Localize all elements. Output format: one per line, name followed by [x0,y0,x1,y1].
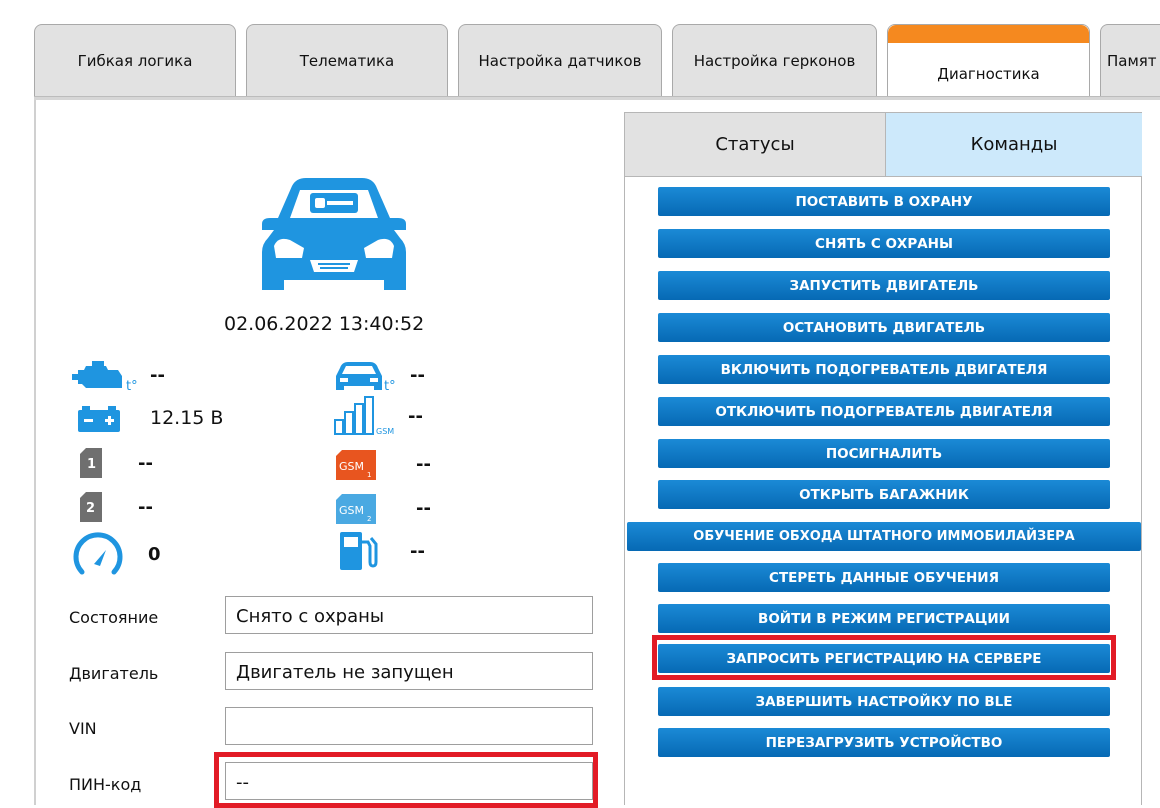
gsm1-icon: GSM 1 [336,450,376,480]
tab-commands[interactable]: Команды [886,113,1142,177]
gsm2-label: GSM [339,504,364,517]
pin-label: ПИН-код [69,775,142,794]
tab-telematics[interactable]: Телематика [246,24,448,96]
honk-button[interactable]: ПОСИГНАЛИТЬ [658,439,1110,468]
stop-engine-button[interactable]: ОСТАНОВИТЬ ДВИГАТЕЛЬ [658,313,1110,342]
tab-label: Телематика [299,51,395,70]
tab-diagnostics[interactable]: Диагностика [887,24,1090,100]
gsm-signal-indicator: GSM -- [334,396,423,436]
battery-indicator: 12.15 В [78,402,223,434]
fuel-indicator: -- [338,530,425,572]
gsm1-label: GSM [339,460,364,473]
state-label: Состояние [69,608,159,627]
reboot-device-button[interactable]: ПЕРЕЗАГРУЗИТЬ УСТРОЙСТВО [658,728,1110,757]
heater-off-button[interactable]: ОТКЛЮЧИТЬ ПОДОГРЕВАТЕЛЬ ДВИГАТЕЛЯ [658,397,1110,426]
clear-learning-button[interactable]: СТЕРЕТЬ ДАННЫЕ ОБУЧЕНИЯ [658,563,1110,592]
gsm2-indicator: GSM 2 -- [336,492,431,524]
request-registration-highlight [652,635,1116,680]
disarm-button[interactable]: СНЯТЬ С ОХРАНЫ [658,229,1110,258]
fuel-value: -- [410,540,425,562]
engine-temp-indicator: t° -- [72,358,165,392]
pin-field-highlight [214,752,598,808]
temp-mark: t° [126,379,138,392]
tab-reed-settings[interactable]: Настройка герконов [672,24,877,96]
engine-label: Двигатель [69,664,159,683]
sim1-indicator: 1 -- [80,448,153,478]
sim1-icon: 1 [80,448,102,478]
tab-statuses[interactable]: Статусы [625,113,886,177]
finish-ble-setup-button[interactable]: ЗАВЕРШИТЬ НАСТРОЙКУ ПО BLE [658,687,1110,716]
tab-label: Диагностика [937,64,1040,83]
sim2-icon: 2 [80,492,102,522]
battery-value: 12.15 В [150,407,224,429]
tab-sensor-settings[interactable]: Настройка датчиков [458,24,662,96]
tab-label: Настройка датчиков [478,51,642,70]
gsm-signal-label: GSM [376,427,394,436]
arm-button[interactable]: ПОСТАВИТЬ В ОХРАНУ [658,187,1110,216]
sim2-value: -- [138,496,153,518]
gsm-signal-icon: GSM [334,396,394,436]
speedometer-icon [73,532,123,575]
cabin-temp-icon: t° [336,362,396,392]
device-datetime: 02.06.2022 13:40:52 [224,313,425,335]
sim2-indicator: 2 -- [80,492,153,522]
sim1-value: -- [138,452,153,474]
gsm2-icon: GSM 2 [336,494,376,524]
engine-temp-icon: t° [72,361,138,392]
vin-label: VIN [69,719,97,738]
tab-memory[interactable]: Памят [1100,24,1160,96]
tab-label: Гибкая логика [77,51,193,70]
start-engine-button[interactable]: ЗАПУСТИТЬ ДВИГАТЕЛЬ [658,271,1110,300]
cabin-temp-value: -- [410,364,425,386]
gsm1-value: -- [416,453,431,475]
engine-field: Двигатель не запущен [225,652,593,690]
gsm-signal-value: -- [408,405,423,427]
gsm1-indicator: GSM 1 -- [336,448,431,480]
commands-panel: Статусы Команды ПОСТАВИТЬ В ОХРАНУ СНЯТЬ… [624,112,1142,805]
open-trunk-button[interactable]: ОТКРЫТЬ БАГАЖНИК [658,480,1110,509]
temp-mark: t° [384,379,396,392]
immobilizer-learn-button[interactable]: ОБУЧЕНИЕ ОБХОДА ШТАТНОГО ИММОБИЛАЙЗЕРА [627,522,1141,551]
enter-registration-button[interactable]: ВОЙТИ В РЕЖИМ РЕГИСТРАЦИИ [658,604,1110,633]
sim1-number: 1 [87,457,96,472]
speed-value: 0 [148,543,161,565]
speed-indicator: 0 [72,532,161,576]
engine-temp-value: -- [150,364,165,386]
active-tab-accent [888,25,1089,43]
sim2-number: 2 [86,501,95,516]
tab-label: Памят [1107,51,1157,70]
state-field: Снято с охраны [225,596,593,634]
gsm2-value: -- [416,497,431,519]
gsm1-subscript: 1 [367,471,371,479]
tab-label: Настройка герконов [693,51,856,70]
tab-bar-divider [34,96,1160,100]
fuel-pump-icon [340,532,378,570]
car-key-icon [262,178,406,290]
tab-flexible-logic[interactable]: Гибкая логика [34,24,236,96]
cabin-temp-indicator: t° -- [332,358,425,392]
content-frame-border [34,100,36,805]
vin-field[interactable] [225,707,593,745]
battery-icon [78,406,120,432]
gsm2-subscript: 2 [367,515,371,523]
heater-on-button[interactable]: ВКЛЮЧИТЬ ПОДОГРЕВАТЕЛЬ ДВИГАТЕЛЯ [658,355,1110,384]
